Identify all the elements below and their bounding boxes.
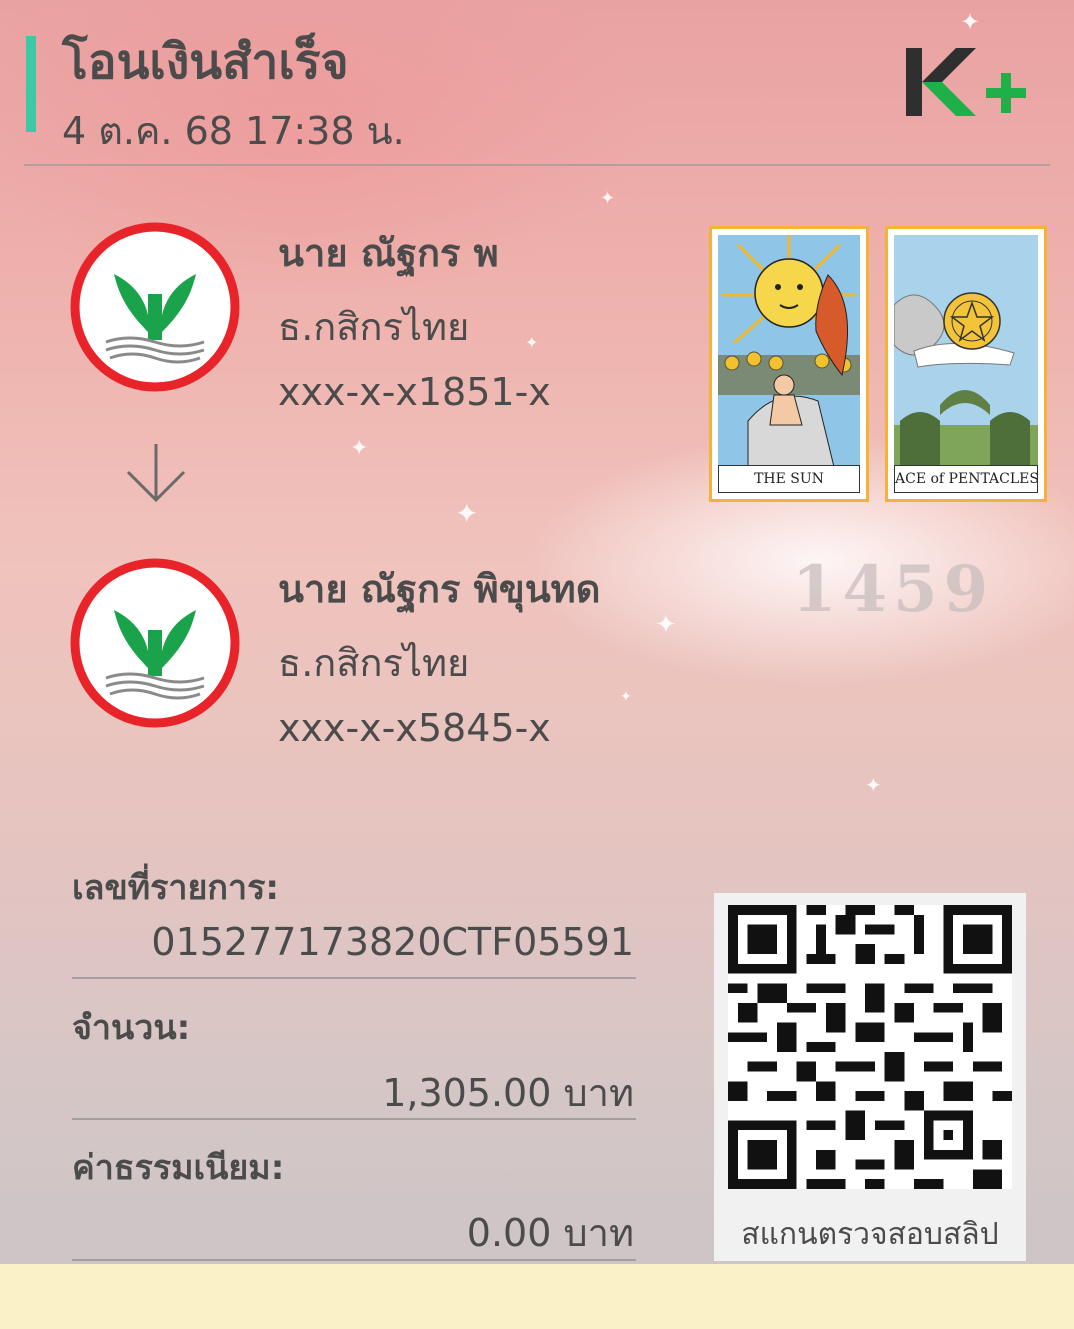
page-title: โอนเงินสำเร็จ (62, 34, 349, 90)
receiver-bank: ธ.กสิกรไทย (278, 641, 470, 685)
qr-code-panel[interactable]: สแกนตรวจสอบสลิป (714, 893, 1026, 1261)
tarot-card-label: ACE of PENTACLES (894, 465, 1038, 493)
details-divider (72, 977, 636, 979)
sparkle-icon: ✦ (600, 188, 616, 209)
header-accent-bar (26, 36, 36, 132)
reference-label: เลขที่รายการ: (72, 868, 279, 908)
pentacle-card-art-icon (894, 235, 1038, 467)
sparkle-icon: ✦ (350, 436, 369, 461)
arrow-down-icon (126, 444, 186, 503)
receiver-name: นาย ณัฐกร พิขุนทด (278, 567, 601, 611)
bottom-bar (0, 1264, 1074, 1329)
reference-number: 015277173820CTF05591 (151, 920, 634, 964)
qr-code-icon[interactable] (728, 905, 1012, 1189)
sparkle-icon: ✦ (865, 773, 882, 797)
sparkle-icon: ✦ (525, 333, 539, 352)
receiver-account: xxx-x-x5845-x (278, 706, 551, 750)
tarot-card-sun: THE SUN (709, 226, 869, 502)
fee-value: 0.00 บาท (466, 1211, 634, 1255)
sparkle-icon: ✦ (655, 610, 677, 640)
header-divider (24, 164, 1050, 166)
amount-value: 1,305.00 บาท (382, 1071, 634, 1115)
kasikorn-bank-logo-icon (70, 222, 240, 392)
sparkle-icon: ✦ (455, 497, 479, 530)
sun-card-art-icon (718, 235, 860, 467)
sparkle-icon: ✦ (960, 8, 981, 36)
sparkle-icon: ✦ (620, 689, 632, 705)
sender-bank: ธ.กสิกรไทย (278, 305, 470, 349)
details-divider (72, 1118, 636, 1120)
tarot-card-ace-of-pentacles: ACE of PENTACLES (885, 226, 1047, 502)
sender-name: นาย ณัฐกร พ (278, 231, 499, 275)
amount-label: จำนวน: (72, 1008, 191, 1048)
sender-account: xxx-x-x1851-x (278, 370, 551, 414)
kasikorn-bank-logo-icon (70, 558, 240, 728)
kplus-logo-icon (906, 48, 1026, 116)
details-divider (72, 1259, 636, 1261)
fee-label: ค่าธรรมเนียม: (72, 1148, 285, 1188)
transfer-datetime: 4 ต.ค. 68 17:38 น. (62, 109, 405, 153)
qr-scan-caption: สแกนตรวจสอบสลิป (741, 1217, 999, 1252)
background-watermark: 1459 (792, 552, 995, 627)
tarot-card-label: THE SUN (718, 465, 860, 493)
